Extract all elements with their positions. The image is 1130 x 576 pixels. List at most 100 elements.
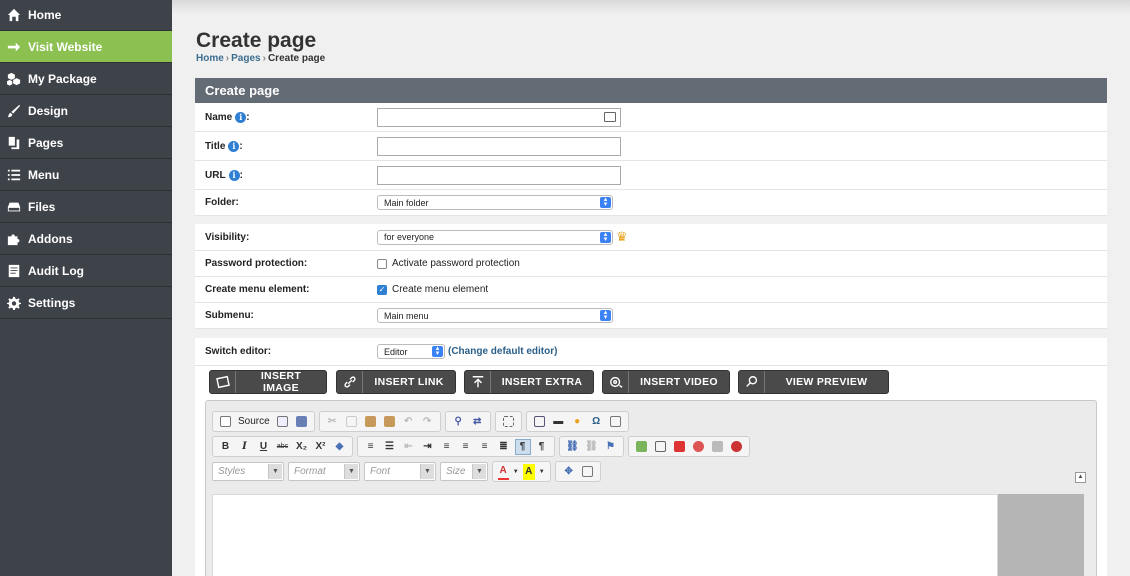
strike-button[interactable]: abc [275, 439, 291, 455]
cut-icon[interactable]: ✂ [324, 414, 340, 430]
html5-icon[interactable] [710, 439, 726, 455]
bold-button[interactable]: B [218, 439, 234, 455]
justify-icon[interactable]: ≣ [496, 439, 512, 455]
format-combo[interactable]: Format ▼ [288, 462, 360, 481]
breadcrumb-home[interactable]: Home [196, 53, 224, 64]
image-icon[interactable] [634, 439, 650, 455]
unlink-icon[interactable]: ⛓ [584, 439, 600, 455]
preview-icon[interactable] [274, 414, 290, 430]
show-blocks-icon[interactable] [580, 464, 596, 480]
sidebar-item-label: Home [28, 8, 62, 22]
remove-format-icon[interactable]: ◆ [332, 439, 348, 455]
numbered-list-icon[interactable]: ≡ [363, 439, 379, 455]
sidebar-item-label: Visit Website [28, 39, 103, 54]
sidebar-item-label: Audit Log [28, 263, 84, 278]
collapse-toolbar-button[interactable]: ▲ [1075, 472, 1086, 483]
view-preview-button[interactable]: VIEW PREVIEW [738, 370, 889, 394]
breadcrumb-pages[interactable]: Pages [231, 53, 260, 64]
sidebar-item-design[interactable]: Design [0, 95, 172, 127]
anchor-icon[interactable]: ⚑ [603, 439, 619, 455]
paste-icon[interactable] [362, 414, 378, 430]
text-color-dropdown-icon[interactable]: ▼ [512, 464, 520, 480]
size-combo[interactable]: Size ▼ [440, 462, 488, 481]
smiley-icon[interactable]: ● [569, 414, 585, 430]
url-input[interactable] [377, 165, 621, 185]
name-input[interactable] [377, 107, 621, 127]
chevron-down-icon: ▼ [420, 464, 434, 479]
arrow-right-icon [7, 40, 21, 54]
maximize-icon[interactable]: ✥ [561, 464, 577, 480]
horizontal-line-icon[interactable]: ▬ [550, 414, 566, 430]
title-row: Title i: [195, 132, 1107, 161]
bullet-list-icon[interactable]: ☰ [382, 439, 398, 455]
insert-video-button[interactable]: INSERT VIDEO [602, 370, 730, 394]
editor-content-area[interactable] [212, 494, 998, 576]
form-icon[interactable] [653, 439, 669, 455]
sidebar-item-pages[interactable]: Pages [0, 127, 172, 159]
sidebar-item-menu[interactable]: Menu [0, 159, 172, 191]
paste-text-icon[interactable] [381, 414, 397, 430]
special-char-icon[interactable]: Ω [588, 414, 604, 430]
outdent-icon[interactable]: ⇤ [401, 439, 417, 455]
indent-icon[interactable]: ⇥ [420, 439, 436, 455]
info-icon[interactable]: i [228, 169, 240, 181]
ltr-icon[interactable]: ¶ [514, 438, 531, 455]
sidebar-item-addons[interactable]: Addons [0, 223, 172, 255]
sidebar-item-visit-website[interactable]: Visit Website [0, 31, 172, 63]
copy-icon[interactable] [343, 414, 359, 430]
sidebar-item-home[interactable]: Home [0, 0, 172, 31]
subscript-button[interactable]: X₂ [294, 439, 310, 455]
media-icon[interactable] [691, 439, 707, 455]
contact-card-icon[interactable] [604, 111, 616, 122]
link-icon [337, 371, 363, 393]
info-icon[interactable]: i [235, 111, 247, 123]
insert-extra-button[interactable]: INSERT EXTRA [464, 370, 594, 394]
source-button[interactable]: Source [238, 416, 270, 427]
top-bar [172, 0, 1130, 14]
italic-button[interactable]: I [237, 439, 253, 455]
youtube-icon[interactable] [672, 439, 688, 455]
undo-icon[interactable]: ↶ [400, 414, 416, 430]
text-color-button[interactable]: A [497, 464, 509, 480]
superscript-button[interactable]: X² [313, 439, 329, 455]
replace-icon[interactable]: ⇄ [469, 414, 485, 430]
find-icon[interactable]: ⚲ [450, 414, 466, 430]
rtl-icon[interactable]: ¶ [534, 439, 550, 455]
folder-select[interactable]: Main folder ▴ ▾ [377, 195, 613, 210]
title-input[interactable] [377, 136, 621, 156]
editor-select[interactable]: Editor ▴ ▾ [377, 344, 445, 359]
align-right-icon[interactable]: ≡ [477, 439, 493, 455]
source-icon[interactable] [218, 414, 234, 430]
sidebar-item-my-package[interactable]: My Package [0, 63, 172, 95]
underline-button[interactable]: U [256, 439, 272, 455]
rich-text-editor: Source ✂ ↶ ↷ ⚲ ⇄ ▬ ● Ω B I U abc X₂ X² ◆… [205, 400, 1097, 576]
info-icon[interactable]: i [228, 140, 240, 152]
bg-color-button[interactable]: A [522, 463, 535, 480]
change-default-editor-link[interactable]: (Change default editor) [448, 346, 557, 357]
link-icon[interactable]: ⛓ [565, 439, 581, 455]
table-icon[interactable] [531, 414, 547, 430]
bg-color-dropdown-icon[interactable]: ▼ [538, 464, 546, 480]
font-combo[interactable]: Font ▼ [364, 462, 436, 481]
sidebar-item-settings[interactable]: Settings [0, 287, 172, 319]
editor-side-panel [998, 494, 1084, 576]
select-all-icon[interactable] [500, 414, 516, 430]
password-checkbox[interactable] [377, 258, 387, 269]
sidebar-item-audit-log[interactable]: Audit Log [0, 255, 172, 287]
submenu-select[interactable]: Main menu ▴ ▾ [377, 308, 613, 323]
sidebar-item-label: Settings [28, 295, 76, 310]
editor-area: Source ✂ ↶ ↷ ⚲ ⇄ ▬ ● Ω B I U abc X₂ X² ◆… [195, 398, 1107, 576]
menu-element-checkbox[interactable]: ✓ [377, 284, 387, 295]
print-icon[interactable] [293, 414, 309, 430]
styles-combo[interactable]: Styles ▼ [212, 462, 284, 481]
sidebar-item-files[interactable]: Files [0, 191, 172, 223]
visibility-select[interactable]: for everyone ▴ ▾ [377, 229, 613, 245]
editor-toolbar-row-3: Styles ▼ Format ▼ Font ▼ Size ▼ A ▼ A ▼ ✥ [212, 461, 605, 482]
redo-icon[interactable]: ↷ [419, 414, 435, 430]
align-center-icon[interactable]: ≡ [458, 439, 474, 455]
iframe-icon[interactable] [607, 414, 623, 430]
insert-image-button[interactable]: INSERT IMAGE [209, 370, 327, 394]
insert-link-button[interactable]: INSERT LINK [336, 370, 456, 394]
flash-icon[interactable] [729, 439, 745, 455]
align-left-icon[interactable]: ≡ [439, 439, 455, 455]
